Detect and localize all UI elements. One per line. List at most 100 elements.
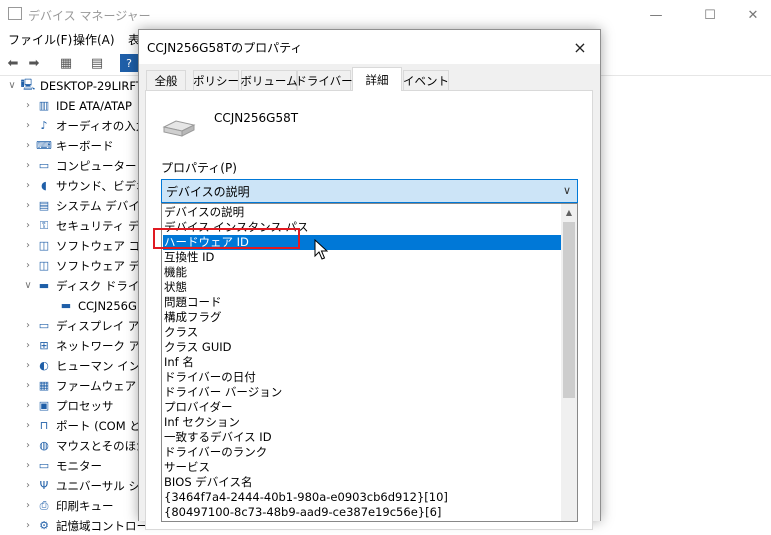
property-option[interactable]: 状態 bbox=[164, 280, 187, 295]
properties-icon[interactable]: ▦ bbox=[57, 54, 75, 72]
forward-arrow-icon[interactable]: ➡ bbox=[25, 54, 43, 72]
chevron-right-icon[interactable]: › bbox=[22, 260, 34, 271]
chevron-down-icon[interactable]: ∨ bbox=[6, 80, 18, 91]
tree-item-label: プロセッサ bbox=[56, 398, 114, 413]
tree-item-label: コンピューター bbox=[56, 158, 137, 173]
tree-item[interactable]: › ◫ ソフトウェア デバ bbox=[22, 256, 152, 275]
tree-item[interactable]: ∨ ▬ ディスク ドライブ bbox=[22, 276, 151, 295]
chevron-right-icon[interactable]: › bbox=[22, 380, 34, 391]
tree-item[interactable]: › ▭ ディスプレイ アダ bbox=[22, 316, 151, 335]
tree-item[interactable]: › ◍ マウスとそのほか bbox=[22, 436, 148, 455]
tree-item[interactable]: › ⊞ ネットワーク アダ bbox=[22, 336, 152, 355]
update-driver-icon[interactable]: ▤ bbox=[88, 54, 106, 72]
tree-item[interactable]: › ▭ モニター bbox=[22, 456, 102, 475]
tab-events[interactable]: イベント bbox=[403, 70, 449, 90]
property-option[interactable]: Inf 名 bbox=[164, 355, 194, 370]
tree-item[interactable]: › ▣ プロセッサ bbox=[22, 396, 114, 415]
maximize-icon[interactable]: ☐ bbox=[687, 0, 733, 30]
chevron-right-icon[interactable]: › bbox=[22, 100, 34, 111]
tree-item[interactable]: › ▥ IDE ATA/ATAP bbox=[22, 96, 132, 115]
dialog-title: CCJN256G58Tのプロパティ bbox=[147, 41, 303, 55]
tab-general[interactable]: 全般 bbox=[146, 70, 186, 90]
chevron-right-icon[interactable]: › bbox=[22, 420, 34, 431]
tree-item[interactable]: ∨ 🖳 DESKTOP-29LIRFT bbox=[6, 76, 143, 95]
monitor-icon: ▭ bbox=[38, 159, 50, 172]
tree-item[interactable]: › ⚙ 記憶域コントロー bbox=[22, 516, 148, 535]
tree-item[interactable]: › ♪ オーディオの入力 bbox=[22, 116, 147, 135]
property-option[interactable]: Inf セクション bbox=[164, 415, 240, 430]
property-option[interactable]: BIOS デバイス名 bbox=[164, 475, 252, 490]
tab-volume[interactable]: ボリューム bbox=[240, 70, 298, 90]
chevron-right-icon[interactable]: › bbox=[22, 500, 34, 511]
tree-item[interactable]: › ⎙ 印刷キュー bbox=[22, 496, 114, 515]
tree-item-label: 記憶域コントロー bbox=[56, 518, 148, 533]
property-option[interactable]: プロバイダー bbox=[164, 400, 233, 415]
tree-item-label: オーディオの入力 bbox=[56, 118, 148, 133]
back-arrow-icon[interactable]: ⬅ bbox=[4, 54, 22, 72]
chevron-right-icon[interactable]: › bbox=[22, 480, 34, 491]
chevron-right-icon[interactable]: › bbox=[22, 440, 34, 451]
property-option[interactable]: ドライバーの日付 bbox=[164, 370, 256, 385]
tree-item[interactable]: › ⌨ キーボード bbox=[22, 136, 114, 155]
property-option[interactable]: クラス bbox=[164, 325, 198, 340]
chevron-right-icon[interactable]: › bbox=[22, 180, 34, 191]
property-option[interactable]: {80497100-8c73-48b9-aad9-ce387e19c56e}[6… bbox=[164, 505, 441, 520]
printer-icon: ⎙ bbox=[39, 498, 49, 512]
display-adapter-icon: ▭ bbox=[38, 319, 50, 332]
property-option[interactable]: 構成フラグ bbox=[164, 310, 222, 325]
property-option[interactable]: 一致するデバイス ID bbox=[164, 430, 272, 445]
chevron-right-icon[interactable]: › bbox=[22, 220, 34, 231]
tree-item[interactable]: › ◐ ヒューマン インタ bbox=[22, 356, 152, 375]
tab-driver[interactable]: ドライバー bbox=[295, 70, 353, 90]
tab-details[interactable]: 詳細 bbox=[352, 67, 402, 91]
chevron-right-icon[interactable]: › bbox=[22, 240, 34, 251]
chevron-right-icon[interactable]: › bbox=[22, 460, 34, 471]
property-option[interactable]: デバイスの説明 bbox=[164, 205, 244, 220]
chevron-right-icon[interactable]: › bbox=[22, 360, 34, 371]
port-icon: ⊓ bbox=[39, 419, 49, 432]
tree-item[interactable]: › ▦ ファームウェア bbox=[22, 376, 136, 395]
chevron-right-icon[interactable]: › bbox=[22, 120, 34, 131]
menu-action[interactable]: 操作(A) bbox=[73, 31, 115, 48]
help-icon[interactable]: ? bbox=[120, 54, 138, 72]
tree-item-label: CCJN256G bbox=[78, 298, 137, 313]
chevron-down-icon[interactable]: ∨ bbox=[22, 280, 34, 291]
property-dropdown[interactable]: デバイスの説明 bbox=[161, 179, 578, 203]
tree-item-label: キーボード bbox=[56, 138, 114, 153]
property-option[interactable]: ドライバー バージョン bbox=[164, 385, 282, 400]
property-option[interactable]: 問題コード bbox=[164, 295, 222, 310]
property-option[interactable]: 互換性 ID bbox=[164, 250, 214, 265]
property-option[interactable]: サービス bbox=[164, 460, 210, 475]
device-name: CCJN256G58T bbox=[214, 111, 299, 125]
chevron-right-icon[interactable]: › bbox=[22, 200, 34, 211]
tree-item[interactable]: ▬ CCJN256G bbox=[44, 296, 137, 315]
tree-item-label: DESKTOP-29LIRFT bbox=[40, 78, 143, 93]
tree-item[interactable]: › Ψ ユニバーサル シリ bbox=[22, 476, 151, 495]
minimize-icon[interactable]: — bbox=[633, 0, 679, 30]
tab-policy[interactable]: ポリシー bbox=[193, 70, 239, 90]
chevron-right-icon[interactable]: › bbox=[22, 320, 34, 331]
chevron-right-icon[interactable]: › bbox=[22, 520, 34, 531]
computer-icon: 🖳 bbox=[20, 78, 36, 91]
property-option[interactable]: クラス GUID bbox=[164, 340, 232, 355]
main-close-icon[interactable]: ✕ bbox=[735, 0, 771, 30]
property-options-list[interactable]: {80497100-8c73-48b9-aad9-ce387e19c56e}[6… bbox=[161, 203, 578, 522]
scroll-thumb[interactable] bbox=[563, 222, 575, 398]
menu-file[interactable]: ファイル(F) bbox=[8, 31, 72, 48]
tree-item[interactable]: › ⊓ ポート (COM と bbox=[22, 416, 141, 435]
keyboard-icon: ⌨ bbox=[36, 139, 52, 152]
chevron-right-icon[interactable]: › bbox=[22, 160, 34, 171]
dialog-close-icon[interactable]: × bbox=[564, 33, 596, 61]
property-option[interactable]: 機能 bbox=[164, 265, 187, 280]
tree-item[interactable]: › ▤ システム デバイス bbox=[22, 196, 151, 215]
tree-item-label: 印刷キュー bbox=[56, 498, 114, 513]
disk-drive-icon: ▬ bbox=[38, 279, 50, 292]
chevron-right-icon[interactable]: › bbox=[22, 400, 34, 411]
scroll-up-arrow-icon[interactable]: ▲ bbox=[561, 204, 577, 220]
property-option[interactable]: {3464f7a4-2444-40b1-980a-e0903cb6d912}[1… bbox=[164, 490, 448, 505]
chevron-down-icon[interactable]: ∨ bbox=[563, 184, 571, 197]
chevron-right-icon[interactable]: › bbox=[22, 140, 34, 151]
property-option[interactable]: ドライバーのランク bbox=[164, 445, 267, 460]
tree-item[interactable]: › ▭ コンピューター bbox=[22, 156, 137, 175]
chevron-right-icon[interactable]: › bbox=[22, 340, 34, 351]
